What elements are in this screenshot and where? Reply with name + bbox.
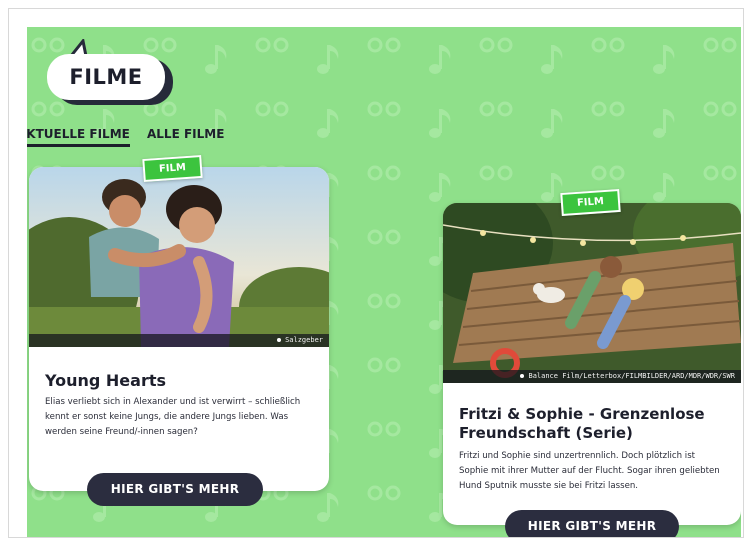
film-badge: FILM [142, 154, 203, 183]
film-image[interactable]: Balance Film/Letterbox/FILMBILDER/ARD/MD… [443, 203, 741, 383]
more-info-button[interactable]: HIER GIBT'S MEHR [87, 473, 263, 506]
film-card-fritzi-sophie[interactable]: Balance Film/Letterbox/FILMBILDER/ARD/MD… [443, 188, 741, 537]
card-description: Elias verliebt sich in Alexander und ist… [45, 397, 301, 437]
card-title[interactable]: Fritzi & Sophie - Grenzenlose Freundscha… [459, 405, 729, 443]
browser-frame: FILME AKTUELLE FILME ALLE FILME Salzgebe… [8, 8, 744, 538]
card-description: Fritzi und Sophie sind unzertrennlich. D… [459, 451, 720, 491]
image-credit: Salzgeber [29, 334, 329, 347]
film-badge: FILM [560, 188, 621, 217]
more-info-button[interactable]: HIER GIBT'S MEHR [505, 510, 679, 537]
page-title: FILME [69, 65, 143, 89]
image-credit: Balance Film/Letterbox/FILMBILDER/ARD/MD… [443, 370, 741, 383]
tab-all-films[interactable]: ALLE FILME [147, 127, 224, 141]
film-card-young-hearts[interactable]: Salzgeber FILM Young Hearts Elias verlie… [29, 154, 329, 506]
tab-current-films[interactable]: AKTUELLE FILME [27, 127, 130, 147]
films-section: FILME AKTUELLE FILME ALLE FILME Salzgebe… [27, 27, 741, 537]
film-image[interactable]: Salzgeber [29, 167, 329, 347]
page-title-bubble: FILME [47, 54, 165, 100]
card-title[interactable]: Young Hearts [45, 371, 166, 390]
